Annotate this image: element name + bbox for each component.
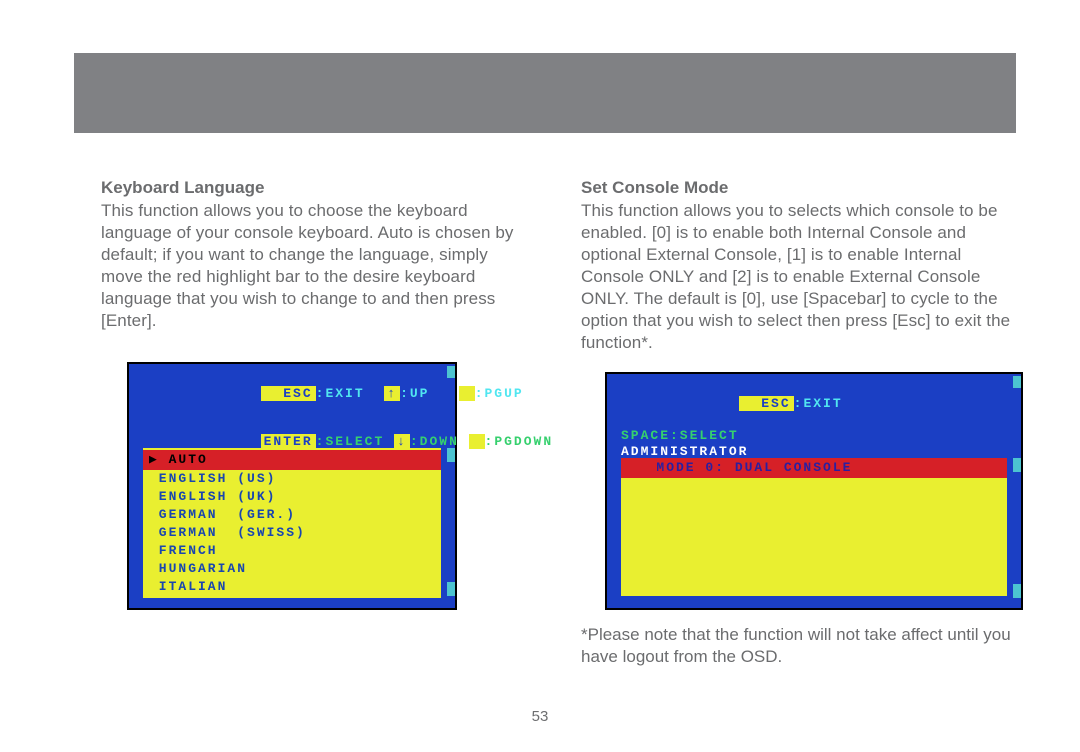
pgdn-key-icon — [469, 434, 485, 449]
esc-exit-text: :EXIT — [794, 396, 843, 411]
scroll-up-icon[interactable] — [447, 448, 455, 462]
list-item[interactable]: GERMAN (GER.) — [143, 506, 441, 524]
esc-key-label: ESC — [261, 386, 316, 401]
pgup-key-icon — [459, 386, 475, 401]
list-item[interactable]: ENGLISH (US) — [143, 470, 441, 488]
space-select-text: SPACE:SELECT — [621, 428, 1007, 444]
up-key-icon: ↑ — [384, 386, 400, 401]
selected-mode-row[interactable]: MODE 0: DUAL CONSOLE — [621, 458, 1007, 478]
selected-language-row[interactable]: ▶ AUTO — [143, 450, 441, 470]
keyboard-language-osd: ESC:EXIT ↑:UP :PGUP ENTER:SELECT ↓:DOWN … — [127, 362, 457, 610]
up-text: :UP — [400, 386, 429, 401]
pgdn-text: :PGDOWN — [485, 434, 554, 449]
scroll-up-icon[interactable] — [1013, 458, 1021, 472]
list-item[interactable]: GERMAN (SWISS) — [143, 524, 441, 542]
list-item[interactable]: ITALIAN — [143, 578, 441, 596]
footnote-text: *Please note that the function will not … — [581, 624, 1011, 668]
enter-select-text: :SELECT — [316, 434, 385, 449]
pgup-text: :PGUP — [475, 386, 524, 401]
list-item[interactable]: ENGLISH (UK) — [143, 488, 441, 506]
left-column: Keyboard Language This function allows y… — [101, 178, 529, 668]
right-heading: Set Console Mode — [581, 178, 1011, 198]
console-mode-osd: ESC:EXIT SPACE:SELECT ADMINISTRATOR SET … — [605, 372, 1023, 610]
list-item[interactable]: HUNGARIAN — [143, 560, 441, 578]
right-column: Set Console Mode This function allows yo… — [581, 178, 1011, 668]
esc-exit-text: :EXIT — [316, 386, 365, 401]
manual-page: Keyboard Language This function allows y… — [0, 0, 1080, 752]
console-mode-panel: MODE 0: DUAL CONSOLE — [621, 458, 1007, 596]
down-key-icon: ↓ — [394, 434, 410, 449]
right-body-text: This function allows you to selects whic… — [581, 200, 1011, 354]
header-banner — [74, 53, 1016, 133]
esc-key-label: ESC — [739, 396, 794, 411]
page-number: 53 — [0, 708, 1080, 725]
enter-key-label: ENTER — [261, 434, 316, 449]
down-text: :DOWN — [410, 434, 459, 449]
scroll-down-icon[interactable] — [1013, 584, 1021, 598]
language-list-panel: ▶ AUTO ENGLISH (US) ENGLISH (UK) GERMAN … — [143, 448, 441, 598]
list-item[interactable]: FRENCH — [143, 542, 441, 560]
content-columns: Keyboard Language This function allows y… — [101, 178, 1011, 668]
left-body-text: This function allows you to choose the k… — [101, 200, 529, 332]
left-heading: Keyboard Language — [101, 178, 529, 198]
scroll-down-icon[interactable] — [447, 582, 455, 596]
